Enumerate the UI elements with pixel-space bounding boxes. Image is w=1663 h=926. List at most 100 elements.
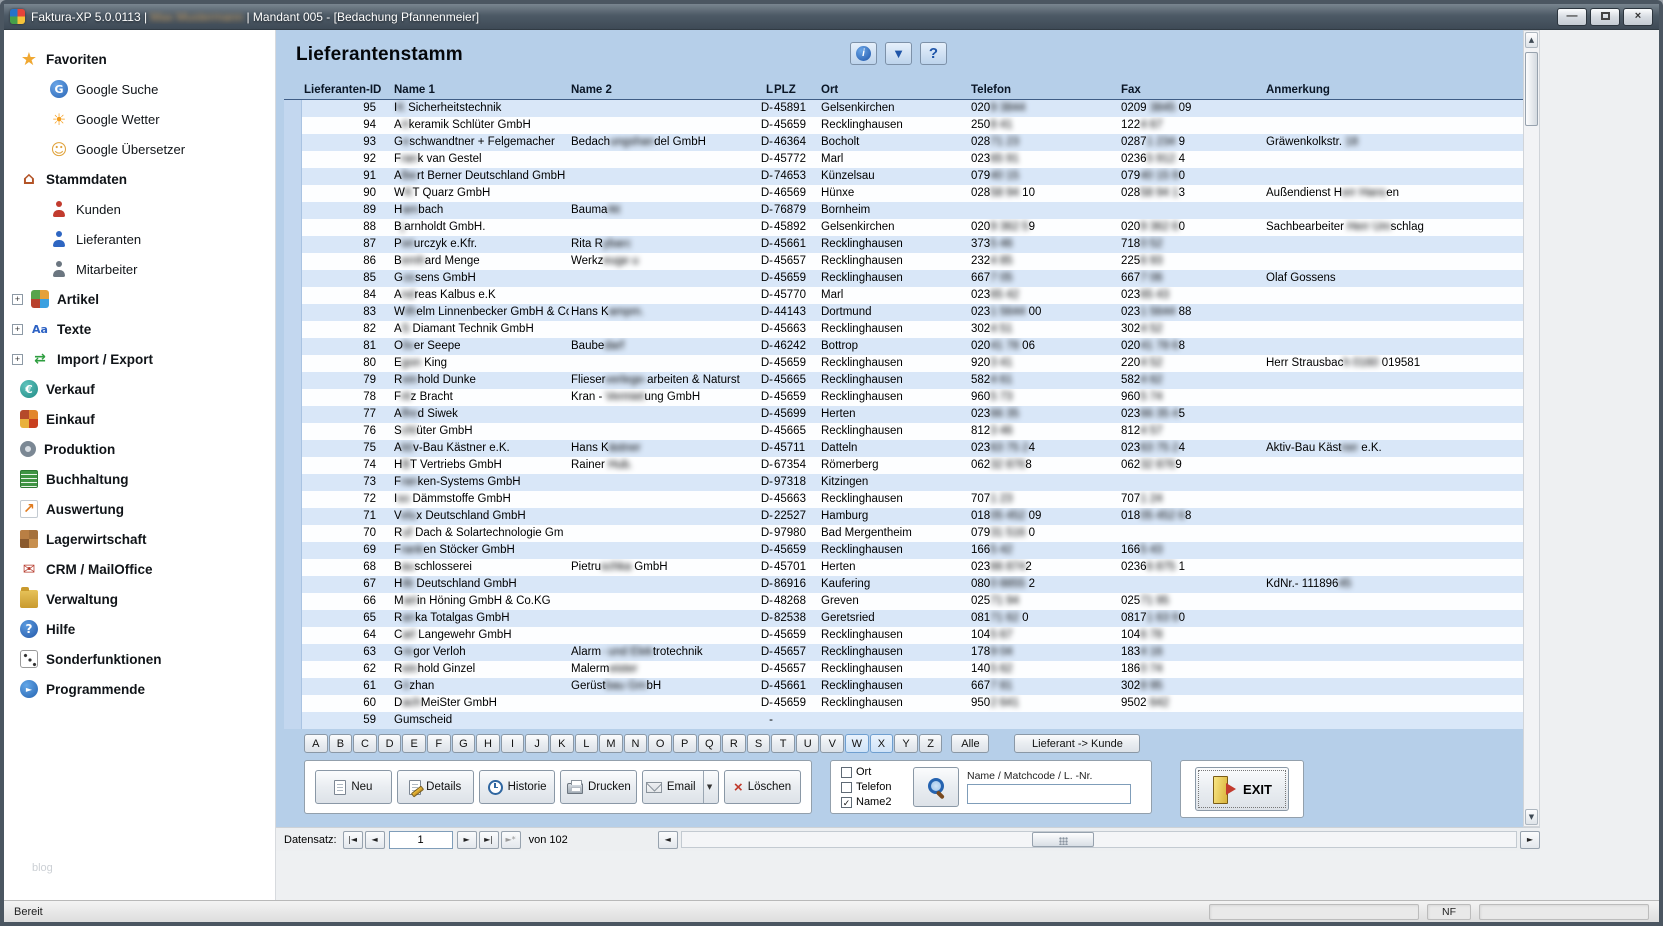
row-selector[interactable] (284, 389, 302, 406)
search-input[interactable] (967, 784, 1131, 804)
row-selector[interactable] (284, 491, 302, 508)
alle-button[interactable]: Alle (951, 734, 989, 753)
row-selector[interactable] (284, 661, 302, 678)
col-land[interactable]: L (749, 80, 773, 100)
row-selector[interactable] (284, 236, 302, 253)
expand-plus-icon[interactable]: + (12, 294, 23, 305)
table-row[interactable]: 64Carl Langewehr GmbHD-45659Recklinghaus… (284, 627, 1523, 644)
row-selector[interactable] (284, 253, 302, 270)
row-selector[interactable] (284, 151, 302, 168)
row-selector[interactable] (284, 117, 302, 134)
neu-button[interactable]: Neu (315, 770, 392, 804)
row-selector[interactable] (284, 678, 302, 695)
table-row[interactable]: 83Wilhelm Linnenbecker GmbH & CoHans Kam… (284, 304, 1523, 321)
sidebar-item-favoriten[interactable]: ★Favoriten (4, 44, 275, 74)
historie-button[interactable]: Historie (479, 770, 556, 804)
letter-button-x[interactable]: X (870, 734, 894, 753)
sidebar-item-texte[interactable]: +AaTexte (4, 314, 275, 344)
row-selector[interactable] (284, 270, 302, 287)
row-selector[interactable] (284, 168, 302, 185)
exit-button[interactable]: EXIT (1195, 767, 1289, 811)
lieferant-kunde-button[interactable]: Lieferant -> Kunde (1014, 734, 1140, 753)
help-button[interactable]: ? (920, 42, 947, 65)
table-row[interactable]: 81Oliver SeepeBaubedarfD-46242Bottrop020… (284, 338, 1523, 355)
letter-button-u[interactable]: U (796, 734, 820, 753)
expand-plus-icon[interactable]: + (12, 354, 23, 365)
last-record-button[interactable]: ►| (479, 831, 499, 849)
letter-button-a[interactable]: A (304, 734, 328, 753)
row-selector[interactable] (284, 440, 302, 457)
table-row[interactable]: 77Alfred SiwekD-45699Herten02366 3502366… (284, 406, 1523, 423)
sidebar-item-google-wetter[interactable]: ☀Google Wetter (4, 104, 275, 134)
table-row[interactable]: 67Hilti Deutschland GmbHD-86916Kaufering… (284, 576, 1523, 593)
table-row[interactable]: 80Egon KingD-45659Recklinghausen9203 412… (284, 355, 1523, 372)
row-selector[interactable] (284, 457, 302, 474)
table-row[interactable]: 73Franken-Systems GmbHD-97318Kitzingen (284, 474, 1523, 491)
letter-button-w[interactable]: W (845, 734, 869, 753)
table-row[interactable]: 63Gregor VerlohAlarm- und Elektrotechnik… (284, 644, 1523, 661)
table-row[interactable]: 95IK SicherheitstechnikD-45891Gelsenkirc… (284, 100, 1523, 117)
table-row[interactable]: 91Albert Berner Deutschland GmbHD-74653K… (284, 168, 1523, 185)
sidebar-item-verwaltung[interactable]: Verwaltung (4, 584, 275, 614)
sidebar-item-programmende[interactable]: ►Programmende (4, 674, 275, 704)
row-selector[interactable] (284, 695, 302, 712)
table-row[interactable]: 87Pieturczyk e.Kfr.Rita RybarcD-45661Rec… (284, 236, 1523, 253)
row-selector[interactable] (284, 321, 302, 338)
letter-button-r[interactable]: R (722, 734, 746, 753)
sidebar-item-buchhaltung[interactable]: Buchhaltung (4, 464, 275, 494)
minimize-button[interactable]: — (1557, 8, 1587, 26)
table-row[interactable]: 85Gossens GmbHD-45659Recklinghausen6677 … (284, 270, 1523, 287)
sidebar-item-verkauf[interactable]: €Verkauf (4, 374, 275, 404)
info-button[interactable]: i (850, 42, 877, 65)
row-selector[interactable] (284, 474, 302, 491)
letter-button-e[interactable]: E (402, 734, 426, 753)
sidebar-item-auswertung[interactable]: ↗Auswertung (4, 494, 275, 524)
letter-button-o[interactable]: O (648, 734, 672, 753)
scroll-down-button[interactable]: ▼ (1525, 809, 1538, 825)
letter-button-c[interactable]: C (353, 734, 377, 753)
sidebar-item-kunden[interactable]: Kunden (4, 194, 275, 224)
table-row[interactable]: 74HBT Vertriebs GmbHRainer Hub.D-67354Rö… (284, 457, 1523, 474)
vscroll-thumb[interactable] (1525, 52, 1538, 126)
hscroll-thumb[interactable] (1032, 832, 1094, 847)
drucken-button[interactable]: Drucken (560, 770, 637, 804)
letter-button-i[interactable]: I (501, 734, 525, 753)
new-record-button[interactable]: ►* (501, 831, 521, 849)
email-dropdown-arrow[interactable]: ▼ (703, 771, 716, 803)
table-row[interactable]: 93Geschwandtner + FelgemacherBedachungsh… (284, 134, 1523, 151)
table-row[interactable]: 76Schlüter GmbHD-45665Recklinghausen8123… (284, 423, 1523, 440)
vertical-scrollbar[interactable]: ▲ ▼ (1523, 30, 1540, 827)
table-row[interactable]: 69Franken Stöcker GmbHD-45659Recklinghau… (284, 542, 1523, 559)
table-row[interactable]: 62Reinhold GinzelMalermeisterD-45657Reck… (284, 661, 1523, 678)
letter-button-j[interactable]: J (525, 734, 549, 753)
letter-button-g[interactable]: G (452, 734, 476, 753)
checkbox-box[interactable] (841, 767, 852, 778)
table-row[interactable]: 79Reinhold DunkeFlieserverlege-arbeiten … (284, 372, 1523, 389)
table-row[interactable]: 92Frank van GestelD-45772Marl02365 91023… (284, 151, 1523, 168)
previous-record-button[interactable]: ◄ (365, 831, 385, 849)
first-record-button[interactable]: |◄ (343, 831, 363, 849)
table-row[interactable]: 84Andreas Kalbus e.KD-45770Marl02365 420… (284, 287, 1523, 304)
row-selector[interactable] (284, 100, 302, 117)
letter-button-f[interactable]: F (427, 734, 451, 753)
sidebar-item-google-suche[interactable]: GGoogle Suche (4, 74, 275, 104)
table-row[interactable]: 66Martin Höning GmbH & Co.KGD-48268Greve… (284, 593, 1523, 610)
close-button[interactable]: × (1623, 8, 1653, 26)
letter-button-b[interactable]: B (329, 734, 353, 753)
row-selector[interactable] (284, 134, 302, 151)
expand-plus-icon[interactable]: + (12, 324, 23, 335)
col-name2[interactable]: Name 2 (569, 80, 749, 100)
letter-button-m[interactable]: M (599, 734, 623, 753)
horizontal-scrollbar[interactable] (681, 831, 1517, 848)
next-record-button[interactable]: ► (457, 831, 477, 849)
table-row[interactable]: 94Artkeramik Schlüter GmbHD-45659Recklin… (284, 117, 1523, 134)
row-selector[interactable] (284, 406, 302, 423)
row-selector[interactable] (284, 627, 302, 644)
checkbox-box[interactable] (841, 782, 852, 793)
col-plz[interactable]: PLZ (773, 80, 819, 100)
col-name1[interactable]: Name 1 (392, 80, 569, 100)
row-selector[interactable] (284, 185, 302, 202)
table-row[interactable]: 65Ranka Totalgas GmbHD-82538Geretsried08… (284, 610, 1523, 627)
table-row[interactable]: 75Aktiv-Bau Kästner e.K.Hans KästnerD-45… (284, 440, 1523, 457)
letter-button-y[interactable]: Y (894, 734, 918, 753)
